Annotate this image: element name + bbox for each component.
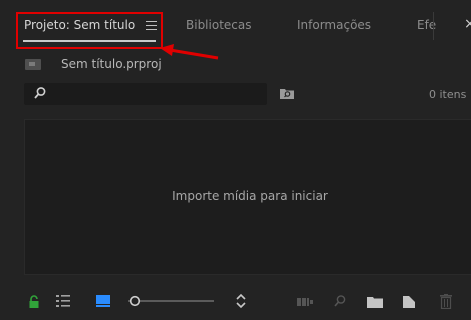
search-input[interactable]: [24, 83, 267, 105]
find-in-bin-icon[interactable]: [279, 86, 295, 100]
unlock-icon[interactable]: [28, 295, 40, 309]
trash-icon[interactable]: [440, 294, 452, 309]
annotation-arrow: [160, 44, 219, 60]
tab-libraries[interactable]: Bibliotecas: [186, 18, 251, 32]
new-item-icon[interactable]: [403, 296, 415, 308]
close-panel-icon[interactable]: ×: [464, 16, 471, 32]
new-bin-icon[interactable]: [367, 296, 383, 308]
search-icon: [34, 87, 46, 99]
tab-info[interactable]: Informações: [297, 18, 371, 32]
find-icon[interactable]: [333, 294, 347, 308]
empty-bin-message: Importe mídia para iniciar: [172, 189, 328, 203]
item-count: 0 itens: [429, 88, 467, 101]
sort-icons-icon[interactable]: [236, 293, 246, 309]
tab-overflow-separator: [433, 12, 434, 40]
project-file-icon: [25, 59, 41, 70]
list-view-icon[interactable]: [56, 295, 70, 307]
project-file-name: Sem título.prproj: [61, 57, 162, 71]
annotation-highlight-box: [16, 12, 163, 49]
automate-to-sequence-icon[interactable]: [297, 297, 313, 307]
zoom-slider[interactable]: [128, 295, 214, 307]
icon-view-icon[interactable]: [96, 295, 110, 307]
